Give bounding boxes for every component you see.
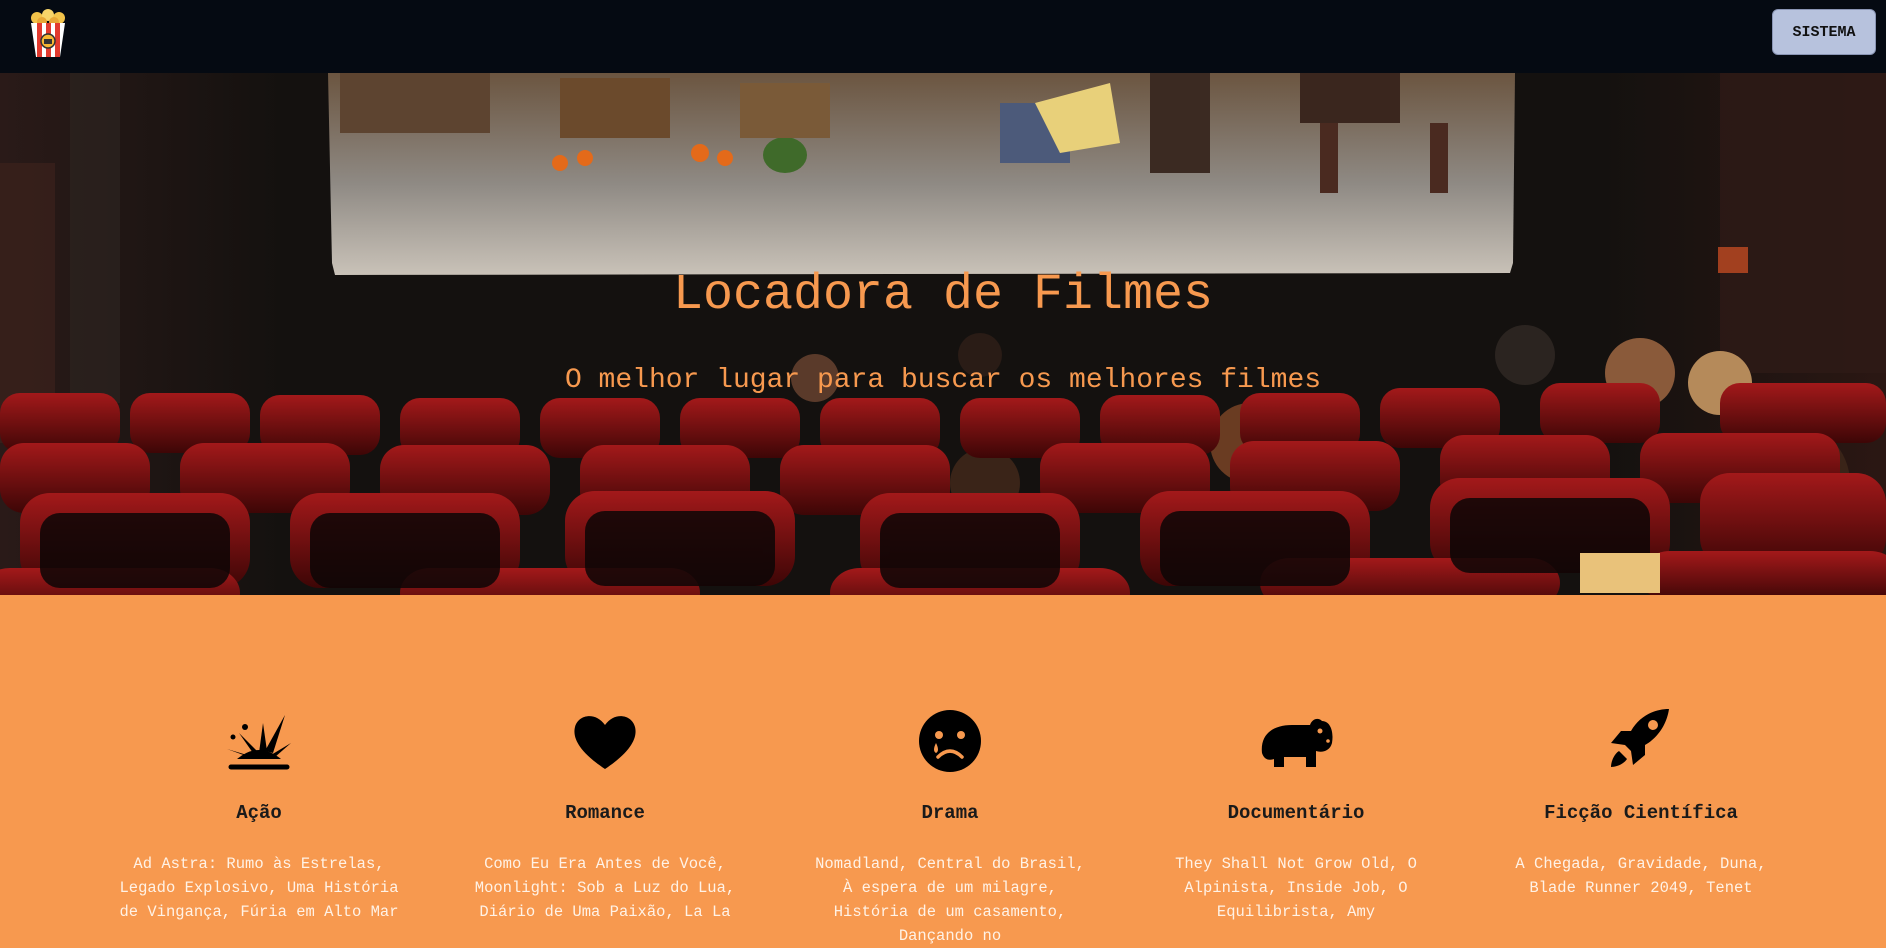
genre-description: Nomadland, Central do Brasil, À espera d… <box>815 855 1085 945</box>
cinema-hero-image <box>0 73 1886 595</box>
genre-name: Ação <box>236 802 282 824</box>
navbar: SISTEMA <box>0 0 1886 73</box>
hero-subtitle: O melhor lugar para buscar os melhores f… <box>564 365 1322 396</box>
genre-description: They Shall Not Grow Old, O Alpinista, In… <box>1175 855 1417 921</box>
genres-section: Ação Ad Astra: Rumo às Estrelas, Legado … <box>0 595 1886 945</box>
heart-icon <box>565 705 645 775</box>
genre-description: Ad Astra: Rumo às Estrelas, Legado Explo… <box>119 855 399 921</box>
popcorn-icon[interactable] <box>27 9 69 59</box>
genre-description: A Chegada, Gravidade, Duna, Blade Runner… <box>1515 855 1767 897</box>
explosion-icon <box>219 705 299 775</box>
genre-description: Como Eu Era Antes de Você, Moonlight: So… <box>474 855 736 921</box>
rocket-icon <box>1601 705 1681 775</box>
genre-name: Ficção Científica <box>1544 802 1738 824</box>
genre-name: Drama <box>921 802 979 824</box>
genre-name: Romance <box>565 802 645 824</box>
sad-face-icon <box>910 705 990 775</box>
hero-title: Locadora de Filmes <box>672 267 1214 324</box>
hero-banner: Locadora de Filmes O melhor lugar para b… <box>0 73 1886 595</box>
genre-name: Documentário <box>1227 802 1365 824</box>
hippo-icon <box>1256 705 1336 775</box>
sistema-button[interactable]: SISTEMA <box>1772 9 1876 55</box>
